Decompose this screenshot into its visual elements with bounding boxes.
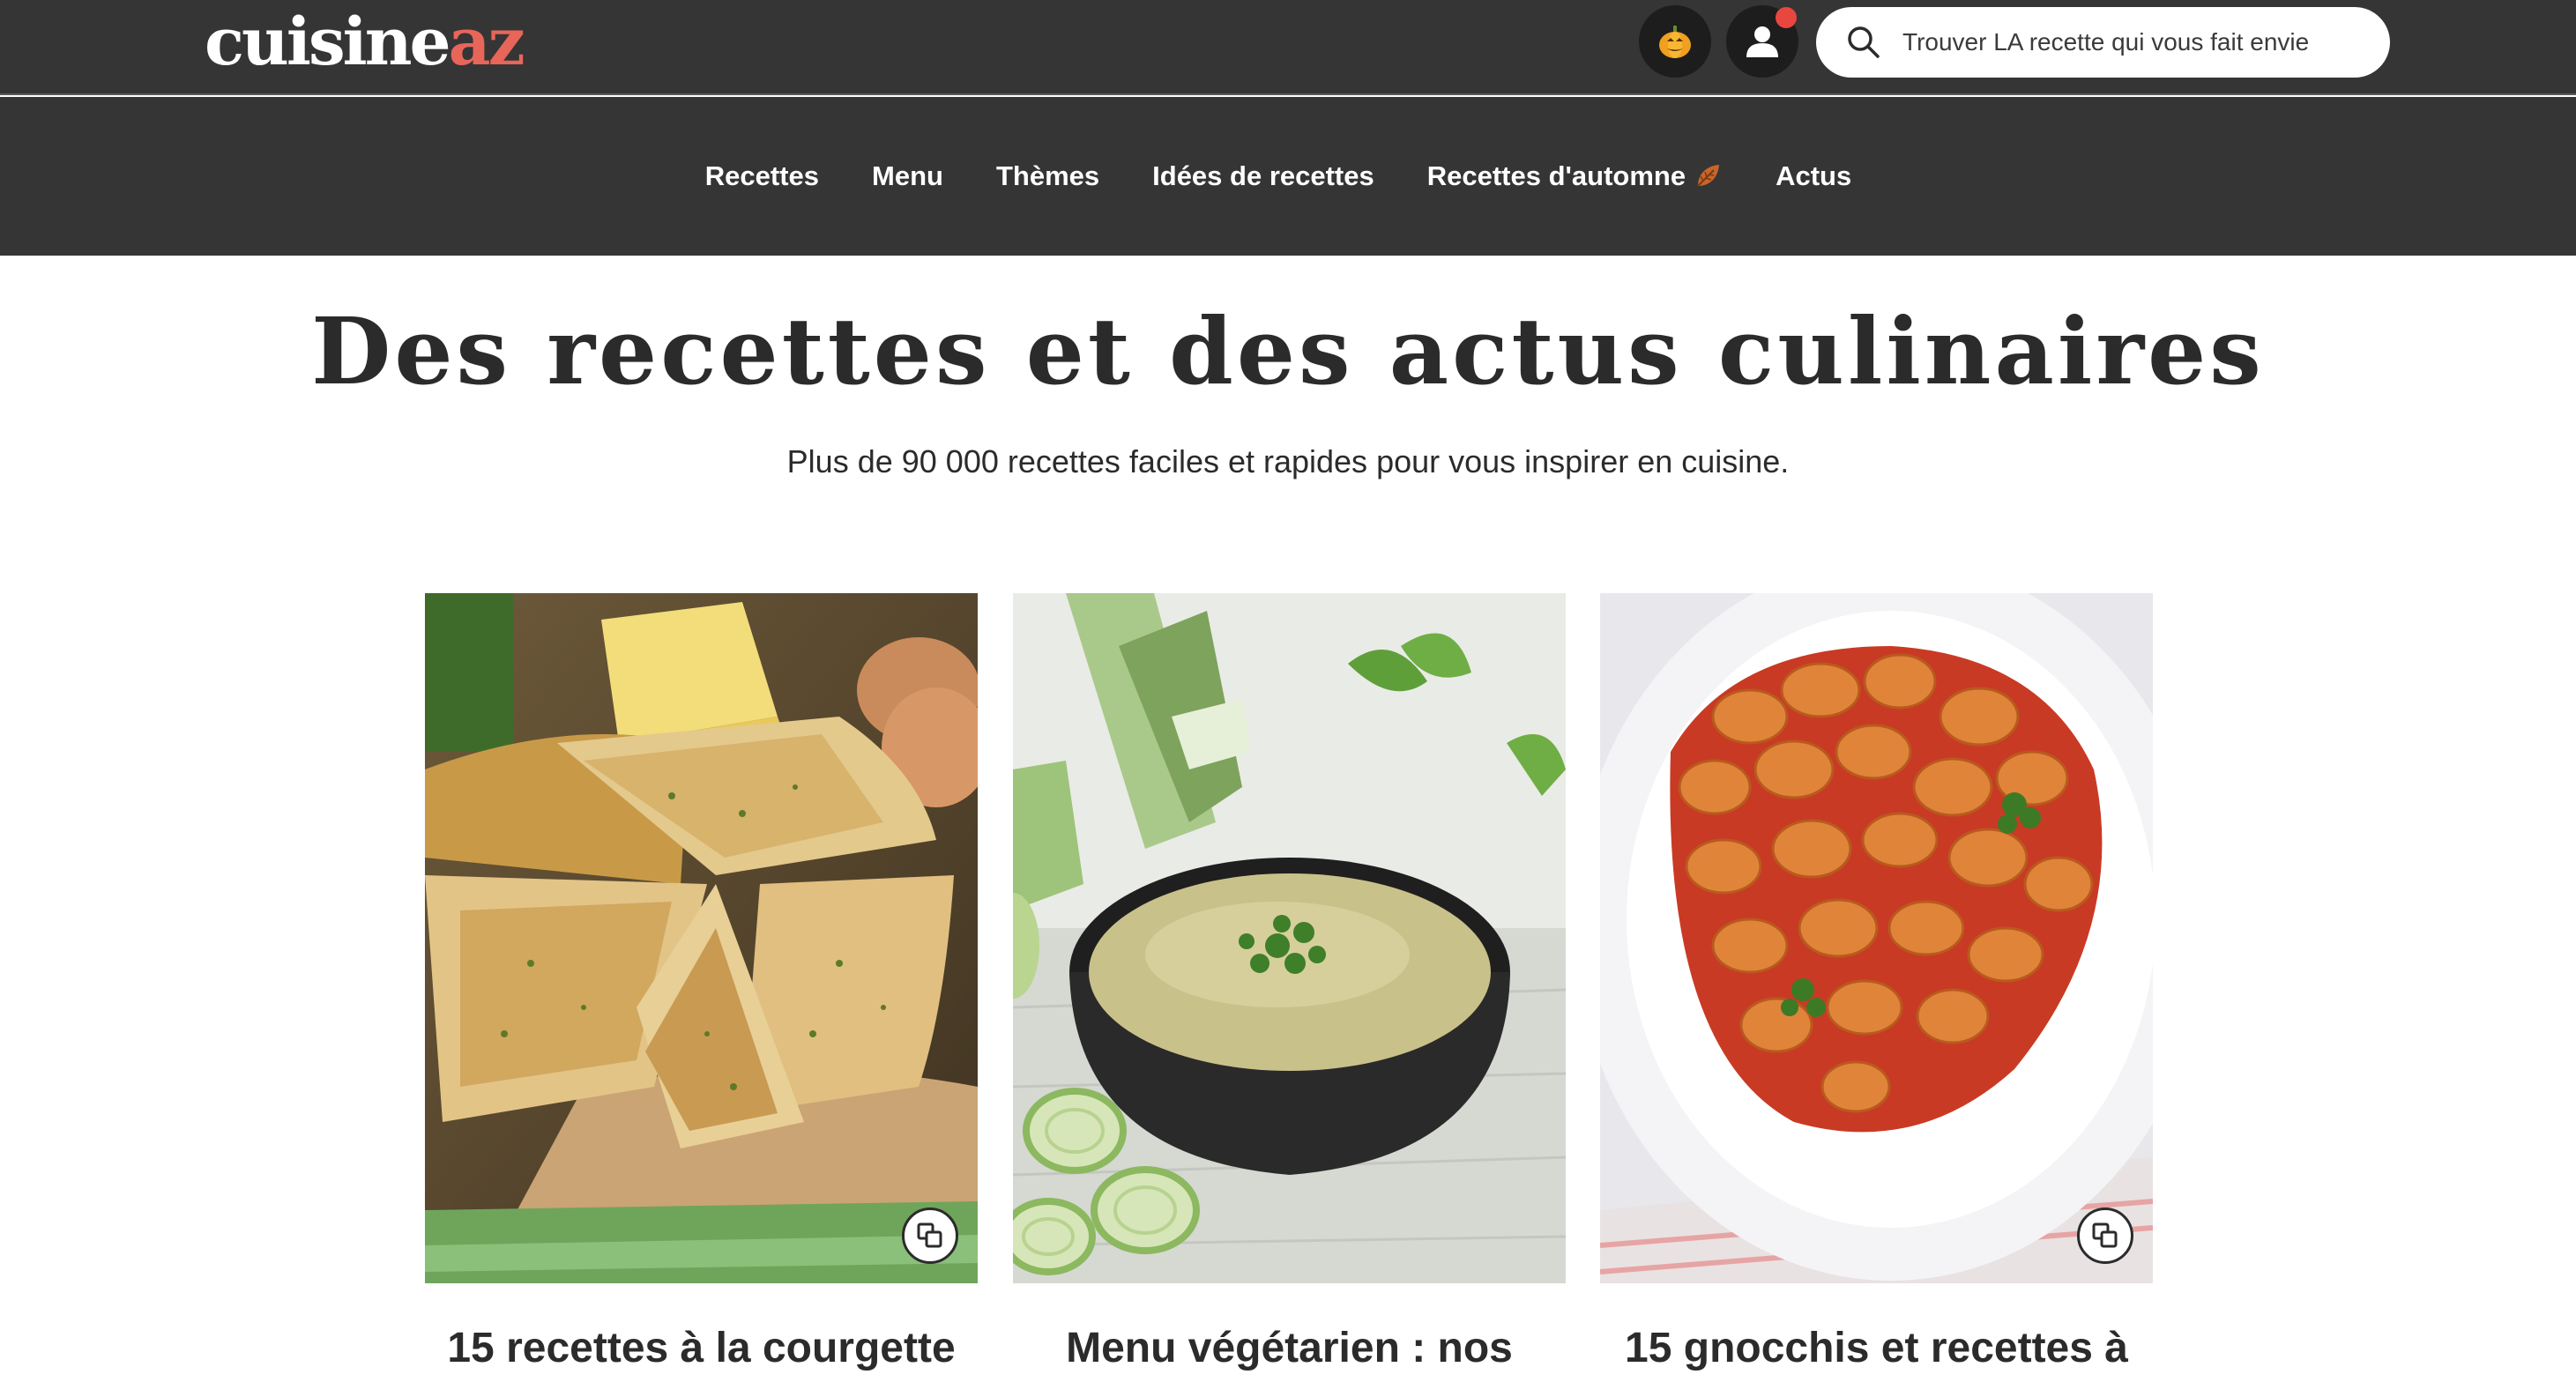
main-nav: Recettes Menu Thèmes Idées de recettes R…: [0, 97, 2576, 256]
autumn-leaf-icon: [1697, 165, 1720, 187]
search-bar: [1816, 7, 2390, 78]
search-input[interactable]: [1902, 28, 2361, 56]
nav-item-themes[interactable]: Thèmes: [996, 160, 1099, 192]
card-image[interactable]: [425, 593, 978, 1283]
nav-item-actus[interactable]: Actus: [1776, 160, 1851, 192]
card-image[interactable]: [1013, 593, 1566, 1283]
nav-item-recettes-automne[interactable]: Recettes d'automne: [1427, 160, 1723, 192]
nav-item-recettes[interactable]: Recettes: [705, 160, 819, 192]
logo-text-main: cuisine: [205, 4, 451, 80]
nav-item-label: Recettes d'automne: [1426, 160, 1686, 191]
recipe-card[interactable]: 15 gnocchis et recettes à: [1600, 593, 2153, 1375]
nav-item-menu[interactable]: Menu: [872, 160, 943, 192]
gnocchi-tomato-photo: [1600, 593, 2153, 1283]
top-bar: cuisine az: [0, 0, 2576, 95]
user-icon: [1746, 26, 1778, 57]
notification-dot: [1776, 7, 1797, 28]
page-subtitle: Plus de 90 000 recettes faciles et rapid…: [786, 443, 1790, 479]
page-title: Des recettes et des actus culinaires: [311, 297, 2265, 405]
card-title[interactable]: Menu végétarien : nos: [1013, 1322, 1566, 1375]
leek-soup-photo: [1013, 593, 1566, 1283]
card-title[interactable]: 15 gnocchis et recettes à: [1600, 1322, 2153, 1375]
logo-text-accent: az: [448, 4, 525, 80]
seasonal-button[interactable]: [1639, 5, 1711, 78]
recipe-card[interactable]: Menu végétarien : nos: [1013, 593, 1566, 1375]
pumpkin-icon: [1659, 26, 1691, 58]
site-logo[interactable]: cuisine az: [205, 2, 525, 83]
card-image[interactable]: [1600, 593, 2153, 1283]
gallery-badge: [2077, 1207, 2133, 1264]
gallery-icon: [917, 1222, 942, 1248]
search-icon[interactable]: [1846, 25, 1881, 60]
account-button[interactable]: [1726, 5, 1798, 78]
zucchini-frittata-photo: [425, 593, 978, 1283]
card-title[interactable]: 15 recettes à la courgette: [425, 1322, 978, 1375]
gallery-icon: [2092, 1222, 2118, 1248]
gallery-badge: [902, 1207, 958, 1264]
nav-item-idees-de-recettes[interactable]: Idées de recettes: [1152, 160, 1374, 192]
recipe-card[interactable]: 15 recettes à la courgette: [425, 593, 978, 1375]
